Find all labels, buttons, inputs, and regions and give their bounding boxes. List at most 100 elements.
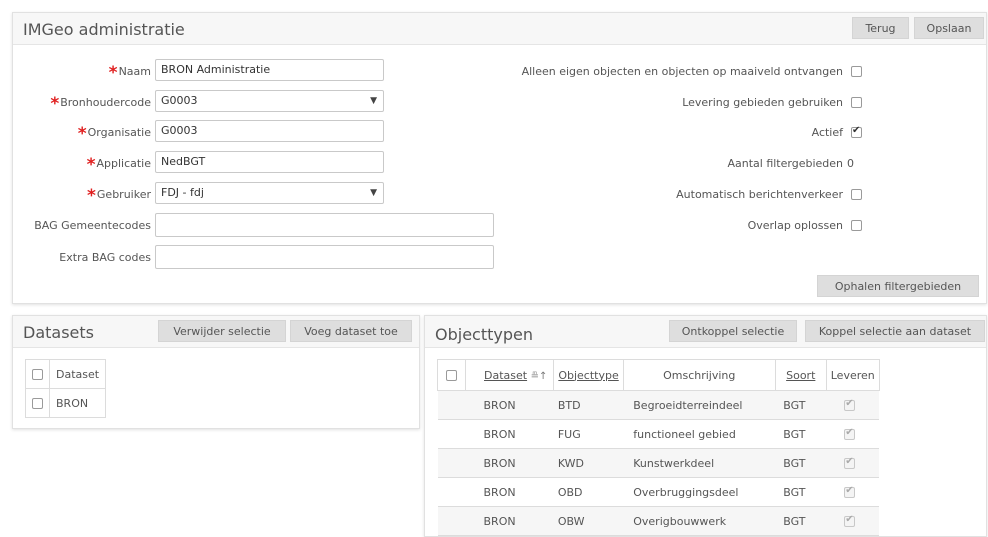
table-row[interactable]: BRON OBD Overbruggingsdeel BGT xyxy=(437,477,880,507)
required-icon: * xyxy=(87,186,96,206)
extra-bag-codes-label: Extra BAG codes xyxy=(59,251,151,264)
row-checkbox-cell xyxy=(437,390,466,420)
select-all-cell xyxy=(437,359,466,391)
save-button[interactable]: Opslaan xyxy=(914,17,984,39)
required-icon: * xyxy=(77,124,87,144)
select-all-checkbox[interactable] xyxy=(446,369,457,381)
soort-cell: BGT xyxy=(775,477,827,507)
gebruiker-select[interactable]: FDJ - fdj ▼ xyxy=(155,182,384,204)
organisatie-input[interactable]: G0003 xyxy=(155,120,384,142)
organisatie-label: *Organisatie xyxy=(77,124,151,144)
naam-label: *Naam xyxy=(108,63,151,83)
bronhoudercode-select[interactable]: G0003 ▼ xyxy=(155,90,384,112)
add-dataset-button[interactable]: Voeg dataset toe xyxy=(290,320,412,342)
gebruiker-label: *Gebruiker xyxy=(87,186,151,206)
imgeo-administratie-panel: IMGeo administratie Terug Opslaan *Naam … xyxy=(12,12,987,304)
table-header-row: Dataset xyxy=(25,359,107,389)
leveren-cell xyxy=(826,419,880,449)
omschrijving-cell: functioneel gebied xyxy=(623,419,776,449)
levering-gebieden-label: Levering gebieden gebruiken xyxy=(682,96,843,109)
aantal-filtergebieden-value: 0 xyxy=(847,157,854,170)
page-title: IMGeo administratie xyxy=(23,20,185,39)
bronhoudercode-label: *Bronhoudercode xyxy=(50,94,151,114)
row-checkbox-cell xyxy=(437,477,466,507)
dataset-column-header[interactable]: Dataset ≞↑ xyxy=(464,359,555,391)
link-selection-button[interactable]: Koppel selectie aan dataset xyxy=(805,320,985,342)
leveren-cell xyxy=(826,477,880,507)
actief-label: Actief xyxy=(811,126,843,139)
table-row[interactable]: BRON KWD Kunstwerkdeel BGT xyxy=(437,448,880,478)
chevron-down-icon: ▼ xyxy=(370,188,377,198)
automatisch-berichten-label: Automatisch berichtenverkeer xyxy=(676,188,843,201)
leveren-checkbox xyxy=(844,427,856,440)
back-button[interactable]: Terug xyxy=(852,17,909,39)
aantal-filtergebieden-label: Aantal filtergebieden xyxy=(727,157,843,170)
overlap-oplossen-label: Overlap oplossen xyxy=(747,219,843,232)
automatisch-berichten-checkbox[interactable] xyxy=(851,189,862,200)
dataset-cell: BRON xyxy=(465,419,554,449)
overlap-oplossen-checkbox[interactable] xyxy=(851,220,862,231)
omschrijving-column-header: Omschrijving xyxy=(622,359,776,391)
objecttype-cell: BTD xyxy=(553,390,624,420)
alleen-eigen-label: Alleen eigen objecten en objecten op maa… xyxy=(521,65,843,78)
row-checkbox-cell xyxy=(437,506,466,536)
soort-cell: BGT xyxy=(775,390,827,420)
datasets-panel: Datasets Verwijder selectie Voeg dataset… xyxy=(12,315,420,429)
objecttype-cell: OBW xyxy=(553,506,624,536)
table-row[interactable]: BRON BTD Begroeidterreindeel BGT xyxy=(437,390,880,420)
table-row[interactable]: BRON FUG functioneel gebied BGT xyxy=(437,419,880,449)
leveren-checkbox xyxy=(844,398,856,411)
required-icon: * xyxy=(86,155,96,175)
select-all-cell xyxy=(25,359,50,389)
leveren-checkbox xyxy=(844,485,856,498)
levering-gebieden-checkbox[interactable] xyxy=(851,97,862,108)
leveren-cell xyxy=(826,448,880,478)
soort-cell: BGT xyxy=(775,448,827,478)
leveren-cell xyxy=(826,506,880,536)
row-checkbox[interactable] xyxy=(32,397,43,409)
datasets-title: Datasets xyxy=(23,323,94,342)
objecttype-cell: KWD xyxy=(553,448,624,478)
table-row[interactable]: BRON OBW Overigbouwwerk BGT xyxy=(437,506,880,536)
remove-selection-button[interactable]: Verwijder selectie xyxy=(158,320,286,342)
dataset-cell: BRON xyxy=(465,448,554,478)
soort-cell: BGT xyxy=(775,419,827,449)
objecttypes-table: Dataset ≞↑ Objecttype Omschrijving Soort… xyxy=(437,359,880,536)
bag-gemeentecodes-input[interactable] xyxy=(155,213,494,237)
extra-bag-codes-input[interactable] xyxy=(155,245,494,269)
leveren-column-header: Leveren xyxy=(825,359,880,391)
objecttype-column-header[interactable]: Objecttype xyxy=(553,359,624,391)
soort-column-header[interactable]: Soort xyxy=(774,359,827,391)
chevron-down-icon: ▼ xyxy=(370,96,377,106)
omschrijving-cell: Overbruggingsdeel xyxy=(623,477,776,507)
table-header-row: Dataset ≞↑ Objecttype Omschrijving Soort… xyxy=(437,359,880,391)
table-row[interactable]: BRON xyxy=(25,388,107,418)
panel-header: Objecttypen Ontkoppel selectie Koppel se… xyxy=(425,316,986,348)
soort-cell: BGT xyxy=(775,506,827,536)
panel-header: Datasets Verwijder selectie Voeg dataset… xyxy=(13,316,419,348)
objecttypes-panel: Objecttypen Ontkoppel selectie Koppel se… xyxy=(424,315,987,537)
dataset-cell: BRON xyxy=(48,388,107,418)
objecttypes-title: Objecttypen xyxy=(435,325,533,344)
datasets-table: Dataset BRON xyxy=(25,359,107,418)
dataset-cell: BRON xyxy=(465,477,554,507)
naam-input[interactable]: BRON Administratie xyxy=(155,59,384,81)
actief-checkbox[interactable] xyxy=(851,125,862,138)
dataset-cell: BRON xyxy=(465,506,554,536)
panel-header: IMGeo administratie Terug Opslaan xyxy=(13,13,986,45)
row-checkbox-cell xyxy=(25,388,50,418)
alleen-eigen-checkbox[interactable] xyxy=(851,66,862,77)
row-checkbox-cell xyxy=(437,419,466,449)
objecttype-cell: OBD xyxy=(553,477,624,507)
select-all-checkbox[interactable] xyxy=(32,368,43,380)
sort-ascending-icon: ≞↑ xyxy=(530,370,548,382)
dataset-column-header: Dataset xyxy=(48,359,107,389)
applicatie-input[interactable]: NedBGT xyxy=(155,151,384,173)
required-icon: * xyxy=(108,63,118,83)
fetch-filter-areas-button[interactable]: Ophalen filtergebieden xyxy=(817,275,979,297)
row-checkbox-cell xyxy=(437,448,466,478)
dataset-cell: BRON xyxy=(465,390,554,420)
unlink-selection-button[interactable]: Ontkoppel selectie xyxy=(669,320,797,342)
leveren-checkbox xyxy=(844,514,856,527)
applicatie-label: *Applicatie xyxy=(86,155,151,175)
